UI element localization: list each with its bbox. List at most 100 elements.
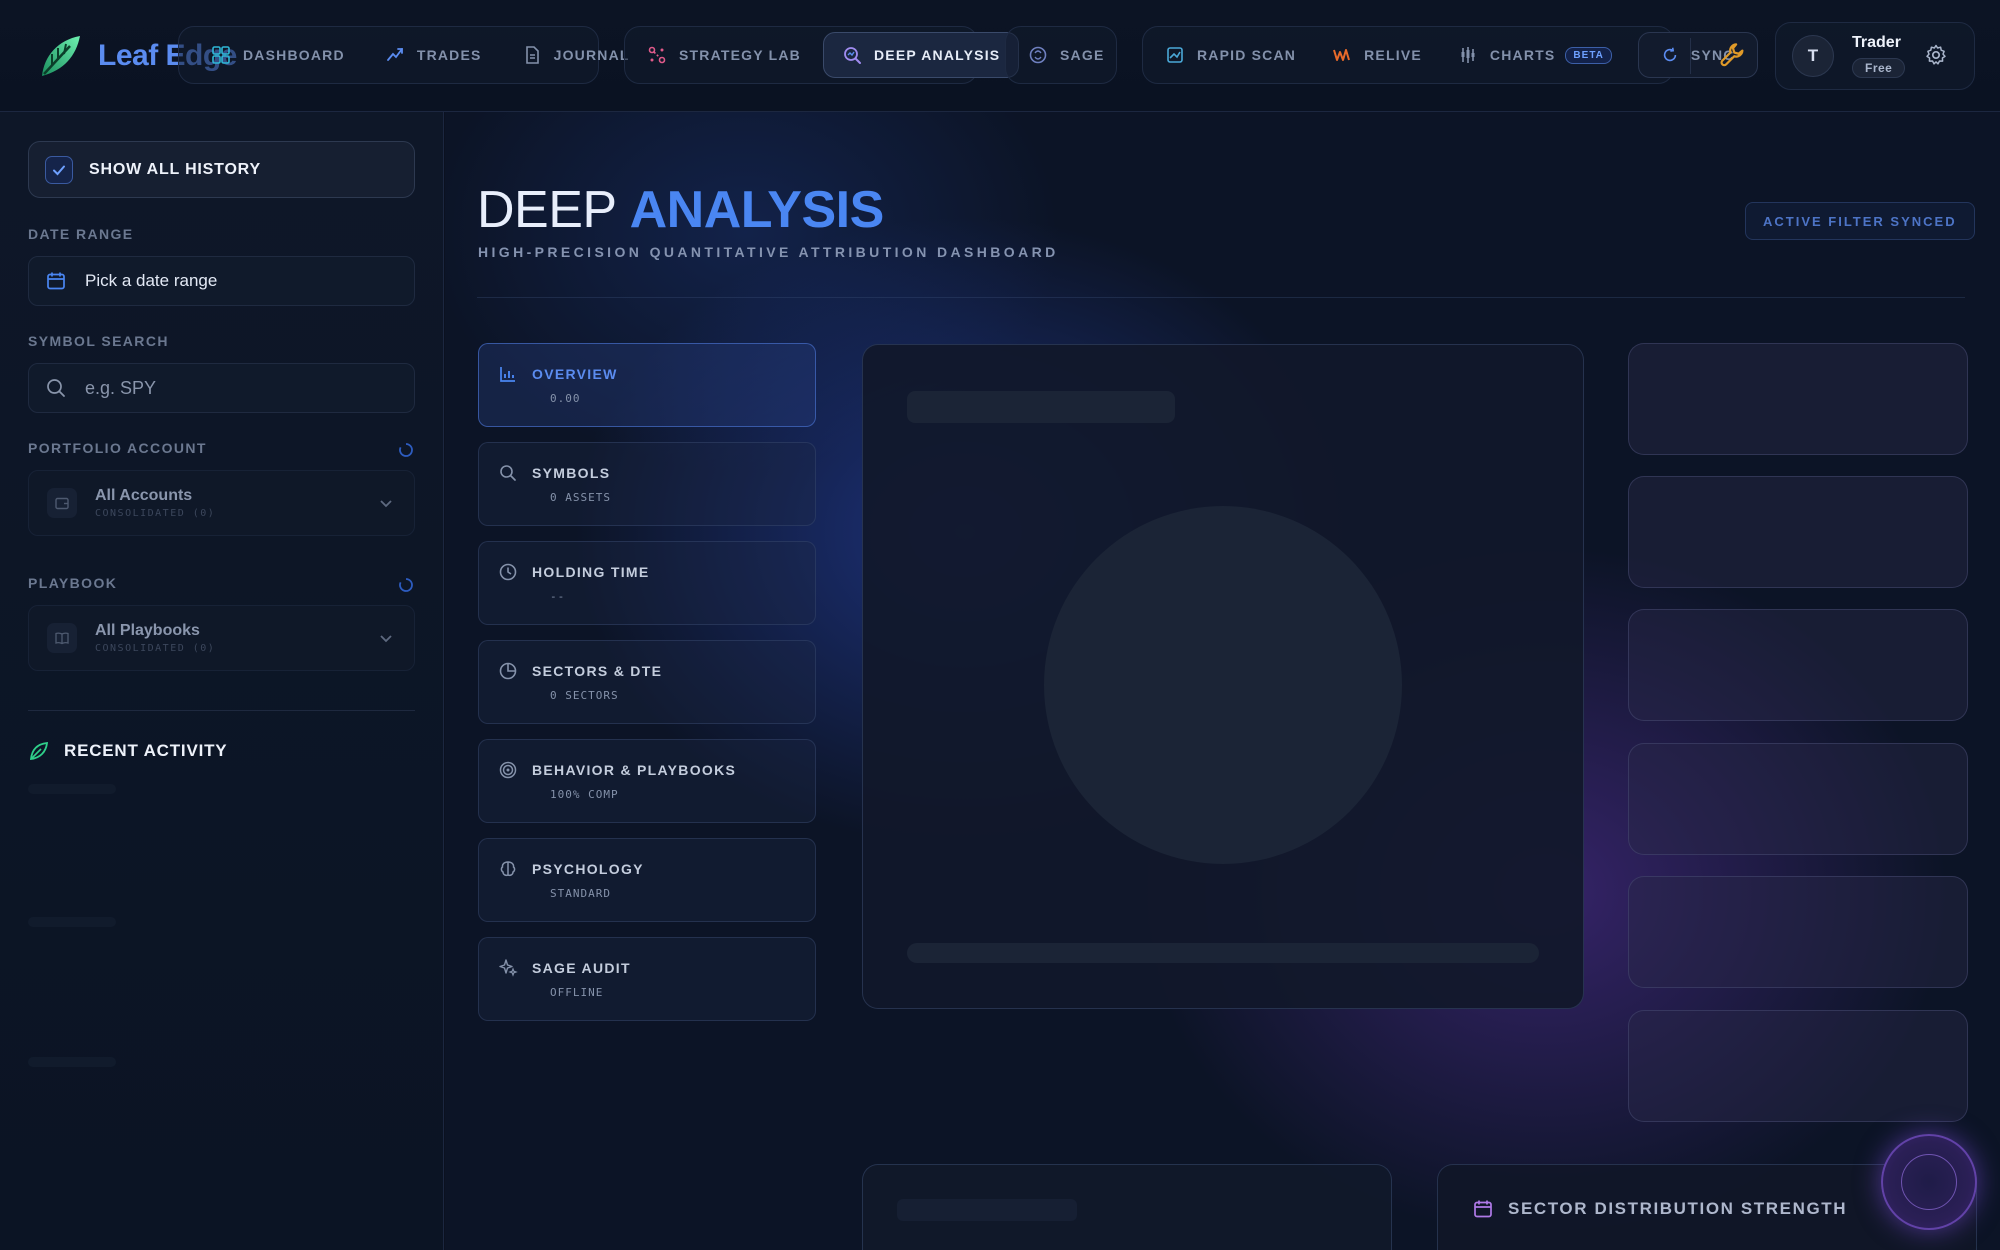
stat-card-skeleton [1628,609,1968,721]
nav-label: DEEP ANALYSIS [874,47,1001,63]
active-filter-synced-badge: ACTIVE FILTER SYNCED [1745,202,1975,240]
nav-label: TRADES [416,47,482,63]
portfolio-account-select[interactable]: All Accounts CONSOLIDATED (0) [28,470,415,536]
date-range-picker[interactable]: Pick a date range [28,256,415,306]
stat-card-skeleton [1628,343,1968,455]
overview-chart-panel [862,344,1584,1009]
calendar-icon [47,272,65,290]
nav-label: JOURNAL [553,47,630,63]
tab-title: SYMBOLS [532,465,611,481]
nav-item-sage[interactable]: SAGE [1010,32,1122,78]
tab-sage-audit[interactable]: SAGE AUDIT OFFLINE [478,937,816,1021]
check-icon [53,165,65,175]
tab-value: -- [550,590,566,603]
date-range-value: Pick a date range [85,271,218,290]
top-navigation-bar: Leaf Edge DASHBOARD TRADES JOURNAL STRAT… [0,0,2000,112]
skeleton-title [907,391,1175,423]
nav-item-strategy-lab[interactable]: STRATEGY LAB [629,32,819,78]
tab-value: 0 SECTORS [550,689,619,702]
tab-value: 0.00 [550,392,581,405]
page-subtitle: HIGH-PRECISION QUANTITATIVE ATTRIBUTION … [478,244,1059,260]
behavior-target-icon [499,761,517,779]
chevron-down-icon [380,500,392,508]
skeleton-line [28,1057,116,1067]
stat-card-skeleton [1628,876,1968,988]
trades-icon [386,48,403,61]
tab-sectors-dte[interactable]: SECTORS & DTE 0 SECTORS [478,640,816,724]
portfolio-select-title: All Accounts [95,487,193,504]
tab-title: OVERVIEW [532,366,618,382]
tab-title: PSYCHOLOGY [532,861,644,877]
playbook-select-sub: CONSOLIDATED (0) [95,643,216,654]
nav-label: CHARTS [1489,47,1556,63]
date-range-label: DATE RANGE [28,226,134,242]
calendar-icon [1474,1200,1492,1218]
symbol-search-label: SYMBOL SEARCH [28,333,169,349]
sync-icon [1663,47,1677,62]
tab-value: 100% COMP [550,788,619,801]
skeleton-footer [907,943,1539,963]
sage-icon [1029,46,1047,64]
symbol-search-input[interactable] [85,377,385,399]
nav-group-tools: RAPID SCAN RELIVE CHARTS BETA SYNC [1142,26,1758,84]
tab-title: SECTORS & DTE [532,663,663,679]
tab-value: 0 ASSETS [550,491,611,504]
page-title-plain: DEEP [477,181,630,239]
loading-spinner-icon [399,443,413,457]
stat-card-skeleton [1628,476,1968,588]
page-title: DEEP ANALYSIS [477,180,884,240]
nav-item-dashboard[interactable]: DASHBOARD [193,32,363,78]
tab-behavior-playbooks[interactable]: BEHAVIOR & PLAYBOOKS 100% COMP [478,739,816,823]
gear-icon[interactable] [1924,43,1948,67]
symbol-search-field[interactable] [28,363,415,413]
nav-item-rapid-scan[interactable]: RAPID SCAN [1147,32,1314,78]
nav-group-core: DASHBOARD TRADES JOURNAL [178,26,628,84]
loading-spinner-icon [399,578,413,592]
skeleton-donut [1044,506,1402,864]
plan-badge: Free [1852,58,1906,78]
stat-card-skeleton [1628,1010,1968,1122]
stat-card-skeleton [1628,743,1968,855]
wallet-icon [47,488,77,518]
tab-holding-time[interactable]: HOLDING TIME -- [478,541,816,625]
avatar: T [1792,35,1834,77]
relive-icon [1333,49,1351,61]
user-name: Trader [1852,34,1901,51]
bottom-left-panel [862,1164,1392,1250]
nav-item-trades[interactable]: TRADES [367,32,500,78]
tab-symbols[interactable]: SYMBOLS 0 ASSETS [478,442,816,526]
assistant-orb-icon [1901,1154,1957,1210]
skeleton-line [897,1199,1077,1221]
portfolio-select-sub: CONSOLIDATED (0) [95,508,216,519]
user-meta: Trader Free [1852,34,1906,78]
show-all-history-toggle[interactable]: SHOW ALL HISTORY [28,141,415,198]
nav-label: SAGE [1060,47,1105,63]
skeleton-line [28,784,116,794]
leaf-icon [29,741,49,761]
rapid-scan-icon [1167,47,1183,63]
dashboard-icon [212,46,230,64]
holding-time-clock-icon [499,563,517,581]
nav-item-charts[interactable]: CHARTS BETA [1440,32,1630,78]
journal-icon [525,46,539,64]
page-title-accent: ANALYSIS [629,181,885,239]
tab-overview[interactable]: OVERVIEW 0.00 [478,343,816,427]
tab-value: OFFLINE [550,986,604,999]
checkbox[interactable] [45,155,73,184]
recent-activity-label: RECENT ACTIVITY [64,741,228,760]
playbook-label: PLAYBOOK [28,575,118,591]
playbook-select[interactable]: All Playbooks CONSOLIDATED (0) [28,605,415,671]
nav-item-deep-analysis[interactable]: DEEP ANALYSIS [823,32,1020,78]
deep-analysis-main: DEEP ANALYSIS HIGH-PRECISION QUANTITATIV… [445,112,2000,1250]
assistant-fab-button[interactable] [1881,1134,1977,1230]
sage-audit-sparkle-icon [499,959,518,977]
portfolio-select-text: All Accounts CONSOLIDATED (0) [95,487,215,519]
symbols-search-icon [500,465,516,481]
nav-item-relive[interactable]: RELIVE [1314,32,1440,78]
skeleton-line [28,917,116,927]
overview-bar-chart-icon [500,367,515,382]
tab-psychology[interactable]: PSYCHOLOGY STANDARD [478,838,816,922]
search-icon [47,379,65,397]
nav-label: RAPID SCAN [1197,47,1297,63]
wrench-icon[interactable] [1718,40,1748,70]
